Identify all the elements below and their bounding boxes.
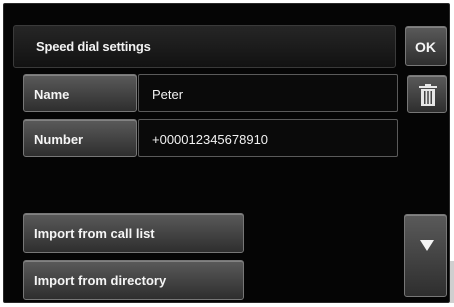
name-label: Name: [34, 87, 70, 102]
import-from-call-list-label: Import from call list: [34, 226, 155, 241]
page-title: Speed dial settings: [36, 39, 151, 54]
delete-button[interactable]: [407, 75, 447, 113]
ok-button[interactable]: OK: [405, 26, 447, 66]
number-value: +000012345678910: [152, 132, 269, 147]
number-label: Number: [34, 132, 84, 147]
edge-marker: [450, 261, 454, 303]
name-value: Peter: [152, 87, 184, 102]
scroll-down-button[interactable]: [404, 214, 447, 297]
header-bar: Speed dial settings: [13, 25, 396, 68]
import-from-call-list-button[interactable]: Import from call list: [23, 213, 244, 253]
name-field[interactable]: Peter: [138, 74, 398, 112]
triangle-down-icon: [420, 240, 434, 251]
number-label-button[interactable]: Number: [23, 119, 137, 157]
speed-dial-settings-screen: Speed dial settings OK Name Peter Number…: [3, 3, 450, 303]
import-from-directory-button[interactable]: Import from directory: [23, 260, 244, 300]
trash-icon: [419, 84, 437, 106]
name-label-button[interactable]: Name: [23, 74, 137, 112]
number-field[interactable]: +000012345678910: [138, 119, 398, 157]
ok-button-label: OK: [415, 39, 436, 55]
import-from-directory-label: Import from directory: [34, 273, 167, 288]
